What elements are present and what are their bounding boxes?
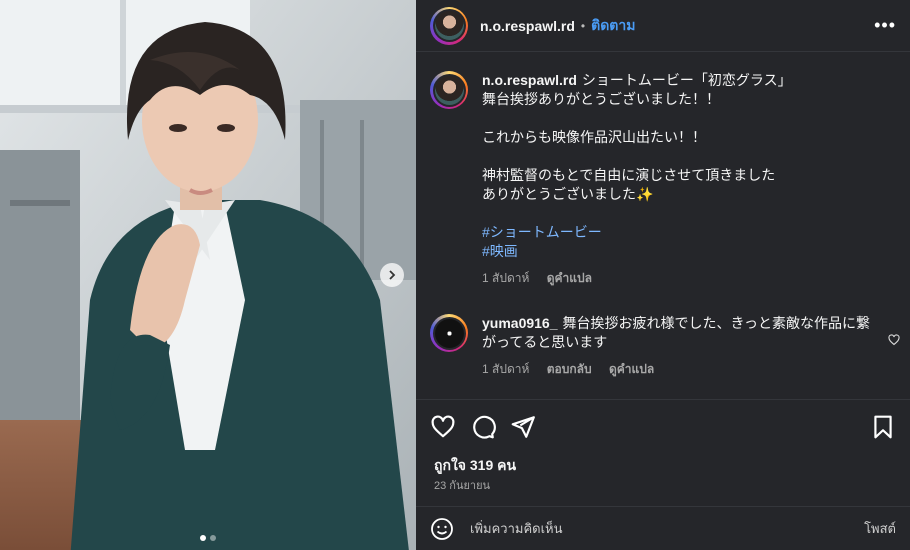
more-options-icon[interactable]: ••• xyxy=(874,15,896,36)
comment-like-heart-icon[interactable] xyxy=(888,334,900,346)
caption-body: n.o.respawl.rd ショートムービー「初恋グラス」 舞台挨拶ありがとうご… xyxy=(482,71,896,288)
comment-input[interactable] xyxy=(468,520,865,537)
action-bar xyxy=(416,399,910,453)
see-translation-link[interactable]: ดูคำแปล xyxy=(609,362,654,376)
caption-username[interactable]: n.o.respawl.rd xyxy=(482,72,577,88)
carousel-dots xyxy=(198,535,218,541)
post-photo[interactable] xyxy=(0,0,416,550)
avatar-image xyxy=(434,11,464,40)
caption: n.o.respawl.rd ショートムービー「初恋グラス」 舞台挨拶ありがとうご… xyxy=(416,53,910,288)
share-icon[interactable] xyxy=(510,414,536,440)
comment-body: yuma0916_ 舞台挨拶お疲れ様でした、きっと素敵な作品に繋がってると思います… xyxy=(482,314,896,379)
caption-line: ありがとうございました✨ xyxy=(482,186,654,202)
comments-section[interactable]: n.o.respawl.rd ショートムービー「初恋グラス」 舞台挨拶ありがとうご… xyxy=(416,53,910,398)
comment-username[interactable]: yuma0916_ xyxy=(482,315,558,331)
carousel-next-button[interactable] xyxy=(380,263,404,287)
caption-line: これからも映像作品沢山出たい！！ xyxy=(482,129,706,145)
caption-line: ショートムービー「初恋グラス」 xyxy=(581,72,792,88)
post-header: n.o.respawl.rd • ติดตาม ••• xyxy=(416,0,910,52)
avatar-image xyxy=(434,75,464,105)
avatar-image xyxy=(434,318,464,348)
post-side-panel: n.o.respawl.rd • ติดตาม ••• n.o.respawl.… xyxy=(416,0,910,550)
carousel-dot-active xyxy=(200,535,206,541)
separator-dot: • xyxy=(580,18,586,33)
comment-icon[interactable] xyxy=(470,414,496,440)
hashtag-link[interactable]: #ショートムービー xyxy=(482,223,896,242)
caption-avatar[interactable] xyxy=(430,71,468,109)
likes-count[interactable]: ถูกใจ 319 คน xyxy=(434,455,516,477)
caption-line: 舞台挨拶ありがとうございました！！ xyxy=(482,91,720,107)
follow-button[interactable]: ติดตาม xyxy=(591,15,635,37)
caption-meta: 1 สัปดาห์ ดูคำแปล xyxy=(482,269,896,288)
post-comment-button[interactable]: โพสต์ xyxy=(864,518,896,539)
heart-icon[interactable] xyxy=(430,414,456,440)
comment-item: yuma0916_ 舞台挨拶お疲れ様でした、きっと素敵な作品に繋がってると思います… xyxy=(416,288,910,379)
reply-button[interactable]: ตอบกลับ xyxy=(547,362,592,376)
bookmark-icon[interactable] xyxy=(870,414,896,440)
add-comment-bar: โพสต์ xyxy=(416,506,910,550)
hashtag-link[interactable]: #映画 xyxy=(482,242,896,261)
instagram-post: n.o.respawl.rd • ติดตาม ••• n.o.respawl.… xyxy=(0,0,910,550)
emoji-icon[interactable] xyxy=(430,517,454,541)
see-translation-link[interactable]: ดูคำแปล xyxy=(547,271,592,285)
comment-time: 1 สัปดาห์ xyxy=(482,362,530,376)
chevron-right-icon xyxy=(389,270,396,280)
comment-avatar[interactable] xyxy=(430,314,468,352)
caption-line: 神村監督のもとで自由に演じさせて頂きました xyxy=(482,167,776,183)
header-username[interactable]: n.o.respawl.rd xyxy=(480,18,575,34)
carousel-dot xyxy=(210,535,216,541)
post-date: 23 กันยายน xyxy=(434,480,491,492)
avatar[interactable] xyxy=(430,6,468,45)
photo-illustration xyxy=(0,0,416,550)
comment-meta: 1 สัปดาห์ ตอบกลับ ดูคำแปล xyxy=(482,360,878,379)
caption-time: 1 สัปดาห์ xyxy=(482,271,530,285)
